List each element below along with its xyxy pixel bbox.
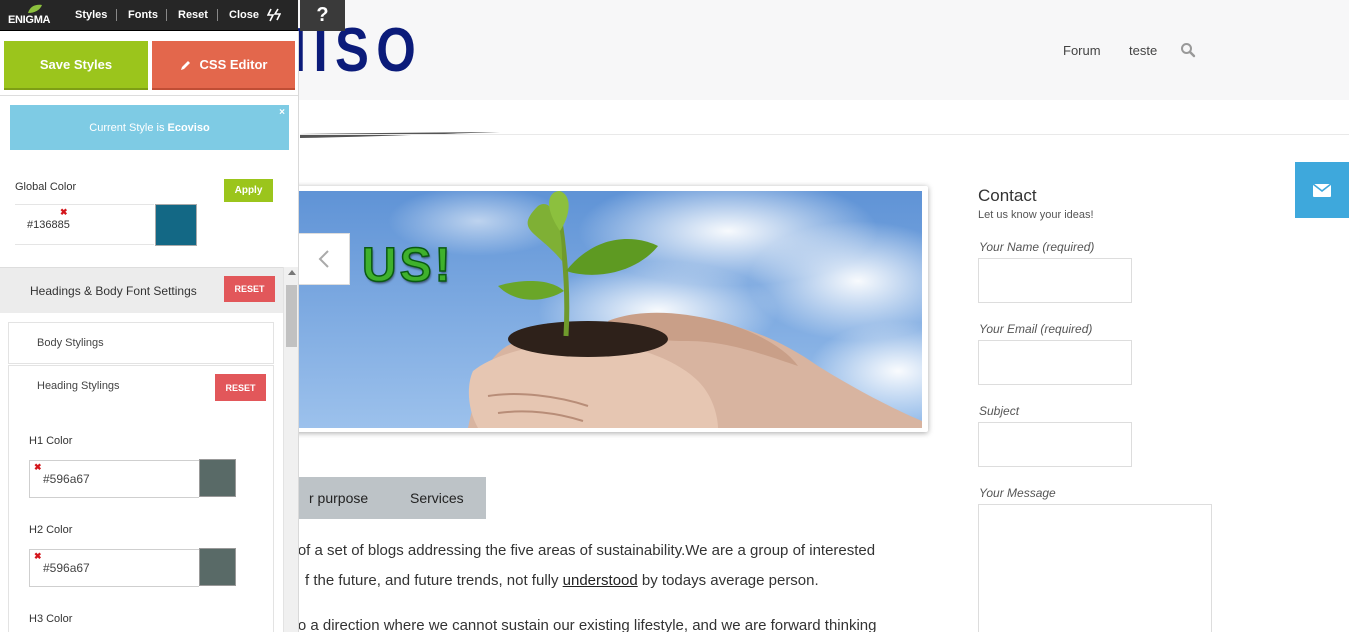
help-button[interactable]: ? — [300, 0, 345, 31]
chevron-left-icon — [318, 250, 329, 268]
name-label: Your Name (required) — [979, 240, 1095, 254]
h1-color-label: H1 Color — [29, 435, 73, 447]
email-field[interactable] — [978, 340, 1132, 385]
message-label: Your Message — [979, 486, 1056, 500]
global-color-label: Global Color — [15, 181, 77, 193]
body-text-segment: by todays average person. — [637, 572, 819, 589]
tab-services[interactable]: Services — [410, 490, 464, 506]
body-paragraph-1-line-1: ts of a set of blogs addressing the five… — [282, 542, 876, 559]
current-style-name: Ecoviso — [167, 121, 210, 134]
slide-caption: US! — [361, 238, 454, 293]
close-icon[interactable]: × — [279, 107, 285, 118]
nav-item-forum[interactable]: Forum — [1063, 43, 1101, 58]
font-settings-header[interactable]: Headings & Body Font Settings RESET — [0, 267, 289, 313]
css-editor-label: CSS Editor — [199, 57, 268, 72]
enigma-logo: ENIGMA — [8, 4, 58, 28]
subject-field[interactable] — [978, 422, 1132, 467]
menu-close[interactable]: Close — [229, 9, 259, 21]
body-paragraph-1-line-2: f the future, and future trends, not ful… — [305, 572, 819, 589]
global-color-input[interactable]: #136885 — [15, 204, 154, 245]
subject-label: Subject — [979, 404, 1020, 418]
h1-color-input[interactable]: #596a67 — [29, 460, 199, 498]
clear-color-icon[interactable]: ✖ — [34, 551, 42, 562]
enigma-toolbar: ENIGMA Styles Fonts Reset Close — [0, 0, 298, 31]
envelope-icon — [1313, 183, 1331, 197]
enigma-logo-text: ENIGMA — [8, 14, 51, 26]
contact-subtitle: Let us know your ideas! — [978, 209, 1094, 221]
menu-separator — [116, 9, 117, 21]
current-style-prefix: Current Style is — [89, 121, 165, 134]
css-editor-button[interactable]: CSS Editor — [152, 41, 295, 90]
font-settings-title: Headings & Body Font Settings — [30, 284, 197, 298]
clear-color-icon[interactable]: ✖ — [34, 462, 42, 473]
understood-link[interactable]: understood — [563, 572, 638, 589]
body-stylings-item[interactable]: Body Stylings — [8, 322, 274, 364]
message-field[interactable] — [978, 504, 1212, 632]
menu-reset[interactable]: Reset — [178, 9, 208, 21]
mail-tab-button[interactable] — [1295, 162, 1349, 218]
leaf-icon — [28, 4, 42, 13]
h2-color-label: H2 Color — [29, 524, 73, 536]
heading-stylings-item[interactable]: Heading Stylings RESET — [8, 365, 274, 407]
body-stylings-label: Body Stylings — [37, 337, 104, 349]
reset-headings-button[interactable]: RESET — [215, 374, 266, 401]
search-icon[interactable] — [1180, 42, 1196, 58]
app-viewport: IISO Forum teste US! r purpose Services … — [0, 0, 1349, 632]
bolt-icon[interactable] — [267, 8, 281, 22]
body-text-segment: f the future, and future trends, not ful… — [305, 572, 563, 589]
image-slider — [290, 186, 928, 432]
save-styles-button[interactable]: Save Styles — [4, 41, 148, 90]
scroll-thumb[interactable] — [286, 285, 297, 347]
scroll-up-arrow-icon[interactable] — [288, 270, 296, 275]
menu-separator — [217, 9, 218, 21]
global-color-swatch[interactable] — [155, 204, 197, 246]
h3-color-label: H3 Color — [29, 613, 73, 625]
clear-color-icon[interactable]: ✖ — [60, 207, 68, 218]
pencil-icon — [180, 60, 190, 70]
tab-our-purpose[interactable]: r purpose — [309, 490, 368, 506]
body-paragraph-2-line-1: into a direction where we cannot sustain… — [282, 617, 877, 632]
slide-image-hands-seedling — [298, 191, 922, 428]
header-divider — [300, 134, 1349, 135]
h1-color-swatch[interactable] — [199, 459, 236, 497]
menu-separator — [166, 9, 167, 21]
current-style-notice: Current Style is Ecoviso × — [10, 105, 289, 150]
h2-color-swatch[interactable] — [199, 548, 236, 586]
content-tabs: r purpose Services — [290, 477, 486, 519]
h2-color-input[interactable]: #596a67 — [29, 549, 199, 587]
email-label: Your Email (required) — [979, 322, 1093, 336]
apply-button[interactable]: Apply — [224, 179, 273, 202]
nav-item-teste[interactable]: teste — [1129, 43, 1157, 58]
menu-styles[interactable]: Styles — [75, 9, 107, 21]
contact-title: Contact — [978, 186, 1037, 205]
reset-fonts-button[interactable]: RESET — [224, 276, 275, 302]
panel-divider — [0, 95, 298, 96]
menu-fonts[interactable]: Fonts — [128, 9, 158, 21]
slider-prev-button[interactable] — [298, 233, 350, 285]
heading-stylings-label: Heading Stylings — [37, 380, 120, 392]
name-field[interactable] — [978, 258, 1132, 303]
panel-scrollbar[interactable] — [283, 267, 298, 632]
styles-panel: Save Styles CSS Editor Current Style is … — [0, 31, 299, 632]
